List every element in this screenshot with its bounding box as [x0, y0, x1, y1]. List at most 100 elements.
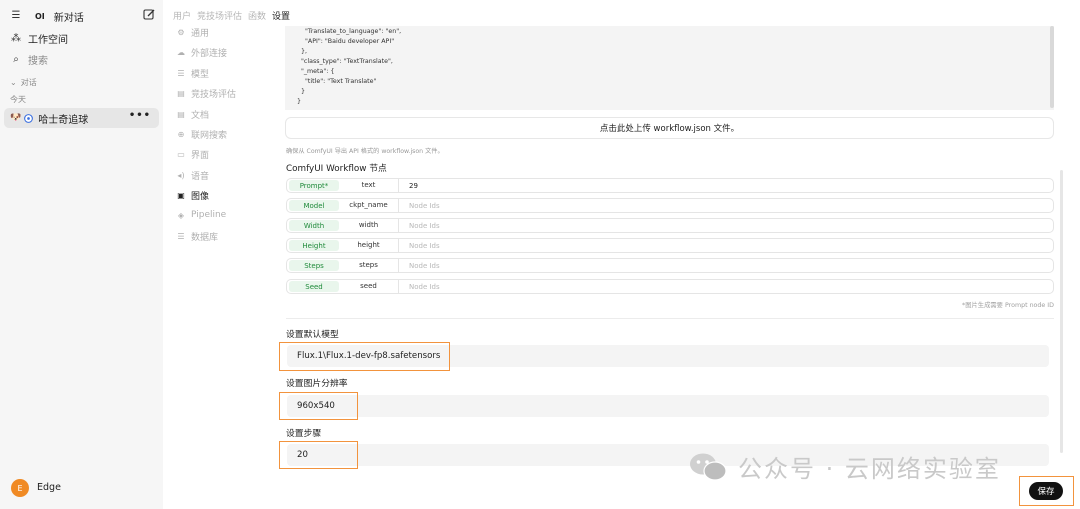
code-line: "class_type": "TextTranslate",: [297, 58, 393, 65]
search-label: 搜索: [28, 56, 48, 67]
menu-item-images[interactable]: ▣ 图像: [176, 189, 209, 202]
menu-item-audio[interactable]: ◂) 语音: [176, 169, 209, 182]
node-key: steps: [339, 258, 399, 273]
sidebar: ☰ OI 新对话 ⁂ 工作空间 ⌕ 搜索 ⌄ 对话 今天 🐶 哈士奇追球 •••…: [0, 0, 163, 509]
avatar[interactable]: E: [11, 479, 29, 497]
default-model-label: 设置默认模型: [286, 330, 339, 340]
node-label: Steps: [289, 260, 339, 271]
code-line: "title": "Text Translate": [297, 78, 377, 85]
menu-item-label: 模型: [191, 70, 210, 80]
new-chat-button[interactable]: OI 新对话: [35, 9, 84, 24]
code-line: }: [297, 98, 302, 105]
menu-item-pipelines[interactable]: ◈ Pipeline: [176, 210, 226, 220]
content-scrollbar[interactable]: [1060, 170, 1063, 453]
code-line: "_meta": {: [297, 68, 335, 75]
model-icon: [24, 113, 34, 123]
menu-item-label: 文档: [191, 111, 210, 121]
watermark: 公众号 · 云网络实验室: [688, 449, 1001, 484]
dog-icon: 🐶: [10, 113, 22, 123]
cloud-icon: ☁: [177, 48, 185, 57]
menu-item-label: 界面: [191, 151, 210, 161]
node-row-width: Width width Node Ids: [286, 218, 1054, 233]
resolution-input[interactable]: 960x540: [287, 395, 1049, 417]
node-row-model: Model ckpt_name Node Ids: [286, 198, 1054, 213]
nodes-title: ComfyUI Workflow 节点: [286, 164, 387, 174]
new-chat-label: 新对话: [53, 13, 84, 24]
file-icon: ▤: [177, 110, 185, 119]
node-id-input[interactable]: Node Ids: [399, 222, 440, 230]
menu-item-models[interactable]: ☰ 模型: [176, 67, 209, 80]
divider: [286, 318, 1054, 319]
node-id-input[interactable]: Node Ids: [399, 242, 440, 250]
upload-workflow-button[interactable]: 点击此处上传 workflow.json 文件。: [285, 117, 1054, 139]
search-link[interactable]: ⌕ 搜索: [10, 52, 48, 67]
menu-item-database[interactable]: ☰ 数据库: [176, 230, 218, 243]
node-row-steps: Steps steps Node Ids: [286, 258, 1054, 273]
menu-item-label: 语音: [191, 172, 210, 182]
code-line: "API": "Baidu developer API": [297, 38, 395, 45]
node-id-input[interactable]: Node Ids: [399, 202, 440, 210]
settings-tabs: 用户 竞技场评估 函数 设置: [173, 9, 290, 22]
tab-users[interactable]: 用户: [173, 9, 191, 22]
upload-hint: 确保从 ComfyUI 导出 API 格式的 workflow.json 文件。: [286, 148, 444, 155]
menu-item-label: 数据库: [191, 233, 219, 243]
node-key: width: [339, 218, 399, 233]
image-icon: ▣: [177, 191, 185, 200]
logo: OI: [35, 12, 45, 21]
menu-item-connections[interactable]: ☁ 外部连接: [176, 46, 227, 59]
menu-item-web-search[interactable]: ⊕ 联网搜索: [176, 128, 227, 141]
menu-item-label: Pipeline: [191, 210, 227, 220]
workflow-json-editor[interactable]: "Translate_to_language": "en", "API": "B…: [285, 26, 1054, 110]
node-id-input[interactable]: 29: [399, 182, 418, 190]
menu-item-evaluations[interactable]: ▤ 竞技场评估: [176, 87, 236, 100]
menu-item-interface[interactable]: ▭ 界面: [176, 148, 209, 161]
database-icon: ☰: [177, 232, 185, 241]
speaker-icon: ◂): [177, 171, 185, 180]
menu-item-label: 通用: [191, 29, 210, 39]
code-scrollbar[interactable]: [1050, 26, 1054, 108]
tab-functions[interactable]: 函数: [248, 9, 266, 22]
node-id-input[interactable]: Node Ids: [399, 283, 440, 291]
node-row-height: Height height Node Ids: [286, 238, 1054, 253]
node-key: height: [339, 238, 399, 253]
stack-icon: ☰: [177, 69, 185, 78]
more-options-icon[interactable]: •••: [129, 110, 151, 121]
node-id-input[interactable]: Node Ids: [399, 262, 440, 270]
code-line: "Translate_to_language": "en",: [297, 28, 402, 35]
menu-item-documents[interactable]: ▤ 文档: [176, 108, 209, 121]
node-label: Width: [289, 220, 339, 231]
chevron-down-icon: ⌄: [10, 78, 17, 87]
node-row-prompt: Prompt* text 29: [286, 178, 1054, 193]
workspace-link[interactable]: ⁂ 工作空间: [10, 31, 68, 46]
tab-settings[interactable]: 设置: [272, 9, 290, 22]
workspace-label: 工作空间: [28, 35, 68, 46]
compose-icon[interactable]: [143, 8, 156, 21]
menu-icon[interactable]: ☰: [10, 10, 22, 21]
monitor-icon: ▭: [177, 150, 185, 159]
watermark-text: 公众号 · 云网络实验室: [738, 455, 1001, 483]
wechat-icon: [690, 453, 727, 481]
menu-item-label: 图像: [191, 192, 210, 202]
grid-icon: ⁂: [11, 33, 21, 44]
menu-item-general[interactable]: ⚙ 通用: [176, 26, 209, 39]
today-label: 今天: [10, 95, 26, 104]
globe-icon: ⊕: [177, 130, 185, 139]
tab-arena[interactable]: 竞技场评估: [197, 9, 242, 22]
node-label: Prompt*: [289, 180, 339, 191]
code-line: }: [297, 88, 306, 95]
document-icon: ▤: [177, 89, 185, 98]
node-note: *图片生成需要 Prompt node ID: [962, 302, 1054, 309]
menu-item-label: 竞技场评估: [191, 90, 237, 100]
node-key: ckpt_name: [339, 198, 399, 213]
chat-item[interactable]: 🐶 哈士奇追球 •••: [4, 108, 159, 128]
sidebar-toggle[interactable]: ☰: [10, 10, 28, 21]
chats-section-label: 对话: [20, 78, 37, 87]
highlight-box: [1019, 476, 1074, 506]
chats-section[interactable]: ⌄ 对话: [10, 77, 37, 88]
resolution-label: 设置图片分辨率: [286, 379, 348, 389]
code-line: },: [297, 48, 308, 55]
chat-title: 哈士奇追球: [38, 114, 89, 126]
highlight-box: [279, 441, 358, 469]
user-name[interactable]: Edge: [37, 482, 61, 493]
node-label: Height: [289, 240, 339, 251]
